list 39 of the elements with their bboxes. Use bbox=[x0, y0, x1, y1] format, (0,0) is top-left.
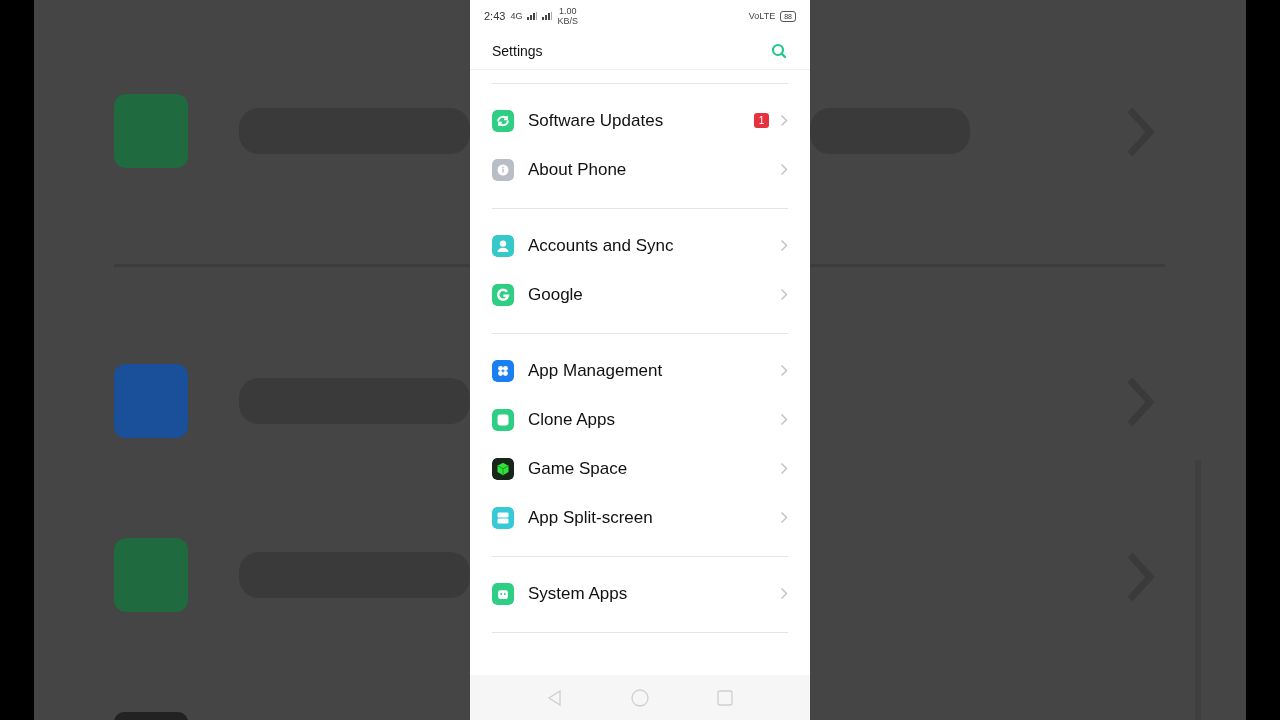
speed-unit: KB/S bbox=[557, 16, 578, 26]
settings-label: Clone Apps bbox=[528, 409, 616, 430]
settings-item[interactable]: Google bbox=[470, 270, 810, 319]
settings-item[interactable]: Software Updates 1 bbox=[470, 96, 810, 145]
network-type: 4G bbox=[510, 11, 523, 21]
settings-label: App Management bbox=[528, 360, 664, 381]
chevron-right-icon bbox=[780, 587, 788, 600]
speed-value: 1.00 bbox=[558, 6, 577, 16]
chevron-right-icon bbox=[780, 288, 788, 301]
settings-item[interactable]: Clone Apps bbox=[470, 395, 810, 444]
settings-item[interactable]: System Apps bbox=[470, 569, 810, 618]
settings-label: System Apps bbox=[528, 583, 629, 604]
home-icon[interactable] bbox=[630, 687, 650, 708]
volte-indicator: VoLTE bbox=[748, 11, 776, 21]
settings-item[interactable]: Game Space bbox=[470, 444, 810, 493]
settings-label: Software Updates bbox=[528, 110, 665, 131]
search-icon[interactable] bbox=[770, 41, 788, 60]
recents-icon[interactable] bbox=[715, 687, 735, 708]
settings-item[interactable]: App Split-screen bbox=[470, 493, 810, 542]
settings-label: Game Space bbox=[528, 458, 629, 479]
settings-label: Accounts and Sync bbox=[528, 235, 675, 256]
page-title: Settings bbox=[492, 42, 544, 59]
chevron-right-icon bbox=[780, 511, 788, 524]
notification-badge: 1 bbox=[754, 113, 769, 128]
chevron-right-icon bbox=[780, 114, 788, 127]
status-time: 2:43 bbox=[484, 10, 506, 22]
signal-icon bbox=[542, 12, 553, 20]
settings-label: App Split-screen bbox=[528, 507, 654, 528]
chevron-right-icon bbox=[780, 163, 788, 176]
settings-label: Google bbox=[528, 284, 584, 305]
chevron-right-icon bbox=[780, 413, 788, 426]
settings-label: About Phone bbox=[528, 159, 628, 180]
chevron-right-icon bbox=[780, 364, 788, 377]
signal-icon bbox=[527, 12, 538, 20]
chevron-right-icon bbox=[780, 462, 788, 475]
settings-item[interactable]: Accounts and Sync bbox=[470, 221, 810, 270]
settings-item[interactable]: App Management bbox=[470, 346, 810, 395]
settings-item[interactable]: About Phone bbox=[470, 145, 810, 194]
chevron-right-icon bbox=[780, 239, 788, 252]
